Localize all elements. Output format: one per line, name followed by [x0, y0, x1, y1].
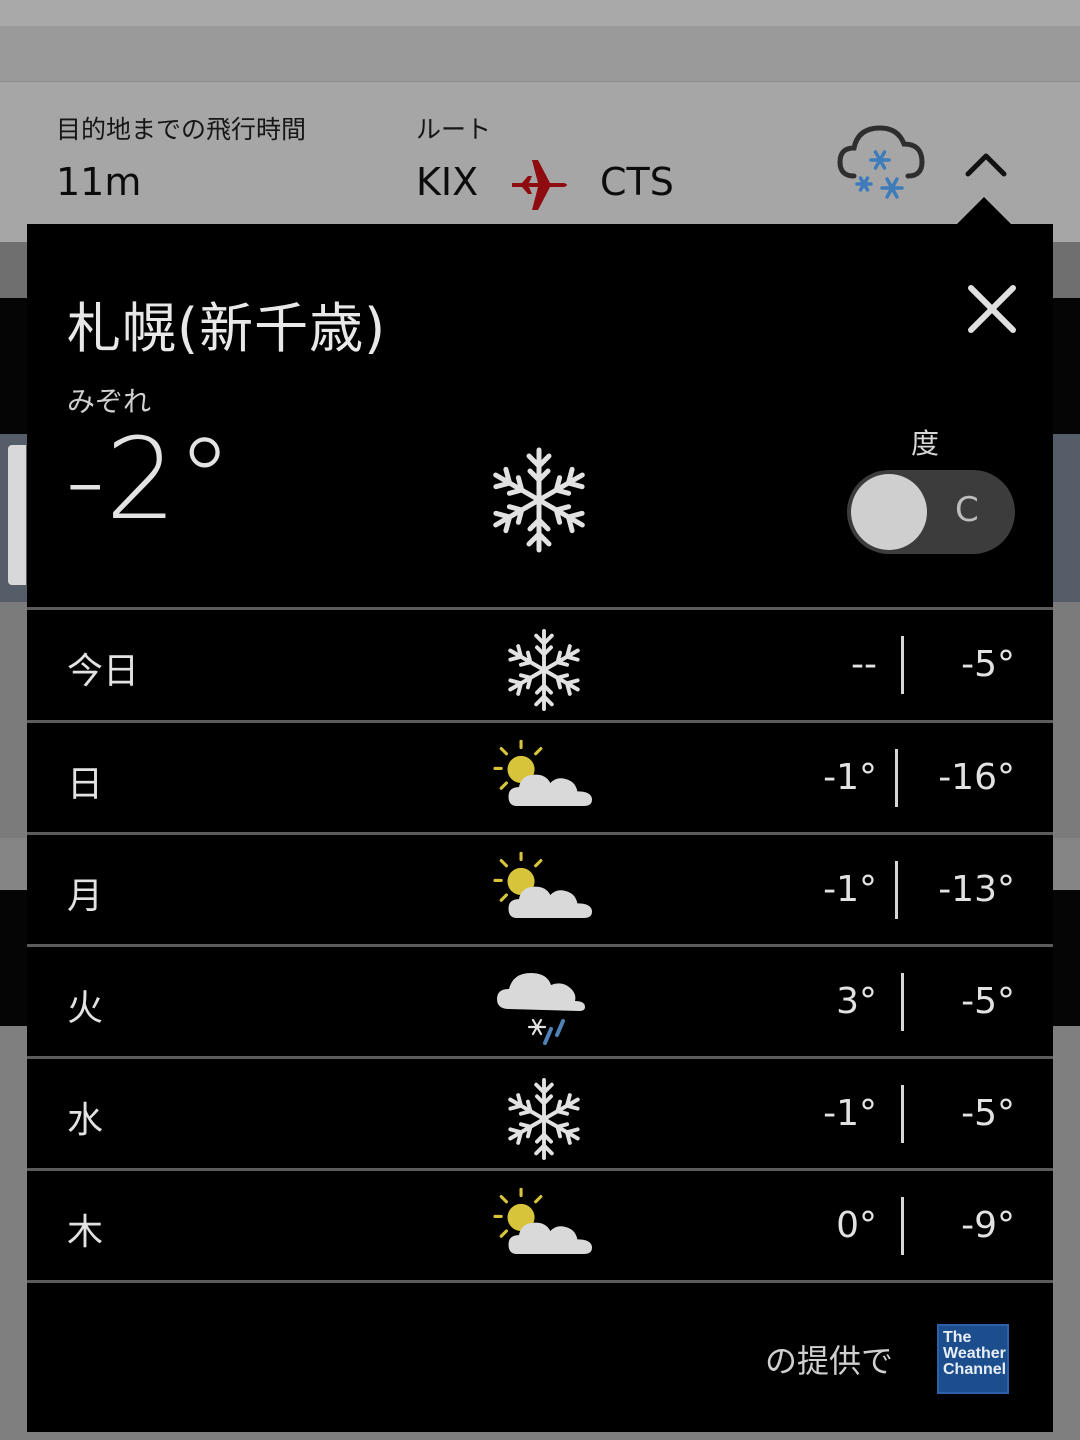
forecast-row: 日 -1° -16° — [27, 723, 1053, 833]
forecast-day: 水 — [67, 1100, 104, 1141]
forecast-high: -- — [851, 644, 877, 685]
forecast-day: 月 — [67, 876, 104, 917]
snowflake-icon — [489, 1071, 599, 1167]
snowflake-icon — [489, 622, 599, 718]
route-label: ルート — [416, 115, 492, 144]
forecast-row: 水 -1° -5° — [27, 1059, 1053, 1169]
flight-time-label: 目的地までの飛行時間 — [56, 115, 307, 144]
background-header — [0, 0, 1080, 26]
temp-separator — [901, 1197, 904, 1255]
flight-time-value: 11m — [56, 160, 142, 204]
provider-credit: の提供で — [765, 1342, 894, 1380]
destination-code: CTS — [600, 160, 674, 204]
city-name: 札幌(新千歳) — [67, 297, 387, 360]
weather-condition: みぞれ — [67, 385, 152, 418]
toggle-knob — [851, 474, 927, 550]
forecast-high: 0° — [836, 1205, 877, 1246]
snow-cloud-icon[interactable] — [836, 120, 928, 206]
chevron-up-icon[interactable] — [962, 146, 1010, 180]
forecast-row: 木 0° -9° — [27, 1171, 1053, 1281]
forecast-day: 今日 — [67, 651, 140, 692]
background-card-edge — [8, 445, 26, 585]
origin-code: KIX — [416, 160, 479, 204]
background-strip — [0, 26, 1080, 82]
forecast-day: 火 — [67, 988, 104, 1029]
forecast-low: -9° — [961, 1205, 1015, 1246]
divider — [27, 1280, 1053, 1283]
partly-cloudy-icon — [493, 1187, 594, 1256]
forecast-low: -5° — [961, 644, 1015, 685]
airplane-icon — [512, 160, 567, 210]
close-icon[interactable] — [965, 282, 1019, 336]
forecast-row: 月 -1° -13° — [27, 835, 1053, 945]
forecast-row: 今日 -- -5° — [27, 610, 1053, 720]
temp-separator — [895, 861, 898, 919]
forecast-low: -5° — [961, 1093, 1015, 1134]
forecast-high: 3° — [836, 981, 877, 1022]
partly-cloudy-icon — [493, 739, 594, 808]
unit-label: 度 — [911, 427, 940, 460]
temp-separator — [901, 1085, 904, 1143]
forecast-day: 日 — [67, 764, 104, 805]
forecast-high: -1° — [823, 869, 877, 910]
temp-separator — [901, 636, 904, 694]
weather-popover: 札幌(新千歳) みぞれ -2° 度 C 今日 -- -5° 日 -1° -16°… — [27, 224, 1053, 1432]
popover-pointer — [956, 197, 1012, 225]
current-temperature: -2° — [65, 415, 233, 545]
sleet-icon — [497, 973, 585, 1045]
forecast-low: -5° — [961, 981, 1015, 1022]
forecast-row: 火 3° -5° — [27, 947, 1053, 1057]
temp-separator — [895, 749, 898, 807]
forecast-high: -1° — [823, 757, 877, 798]
weather-channel-logo[interactable]: The Weather Channel — [937, 1324, 1009, 1394]
partly-cloudy-icon — [493, 851, 594, 920]
flight-info-bar: 目的地までの飛行時間 11m ルート KIX CTS — [0, 82, 1080, 242]
temp-separator — [901, 973, 904, 1031]
forecast-low: -16° — [938, 757, 1015, 798]
unit-toggle[interactable]: C — [847, 470, 1015, 554]
forecast-high: -1° — [823, 1093, 877, 1134]
forecast-low: -13° — [938, 869, 1015, 910]
snowflake-icon — [481, 440, 597, 560]
forecast-day: 木 — [67, 1212, 104, 1253]
unit-toggle-label: C — [955, 490, 979, 530]
